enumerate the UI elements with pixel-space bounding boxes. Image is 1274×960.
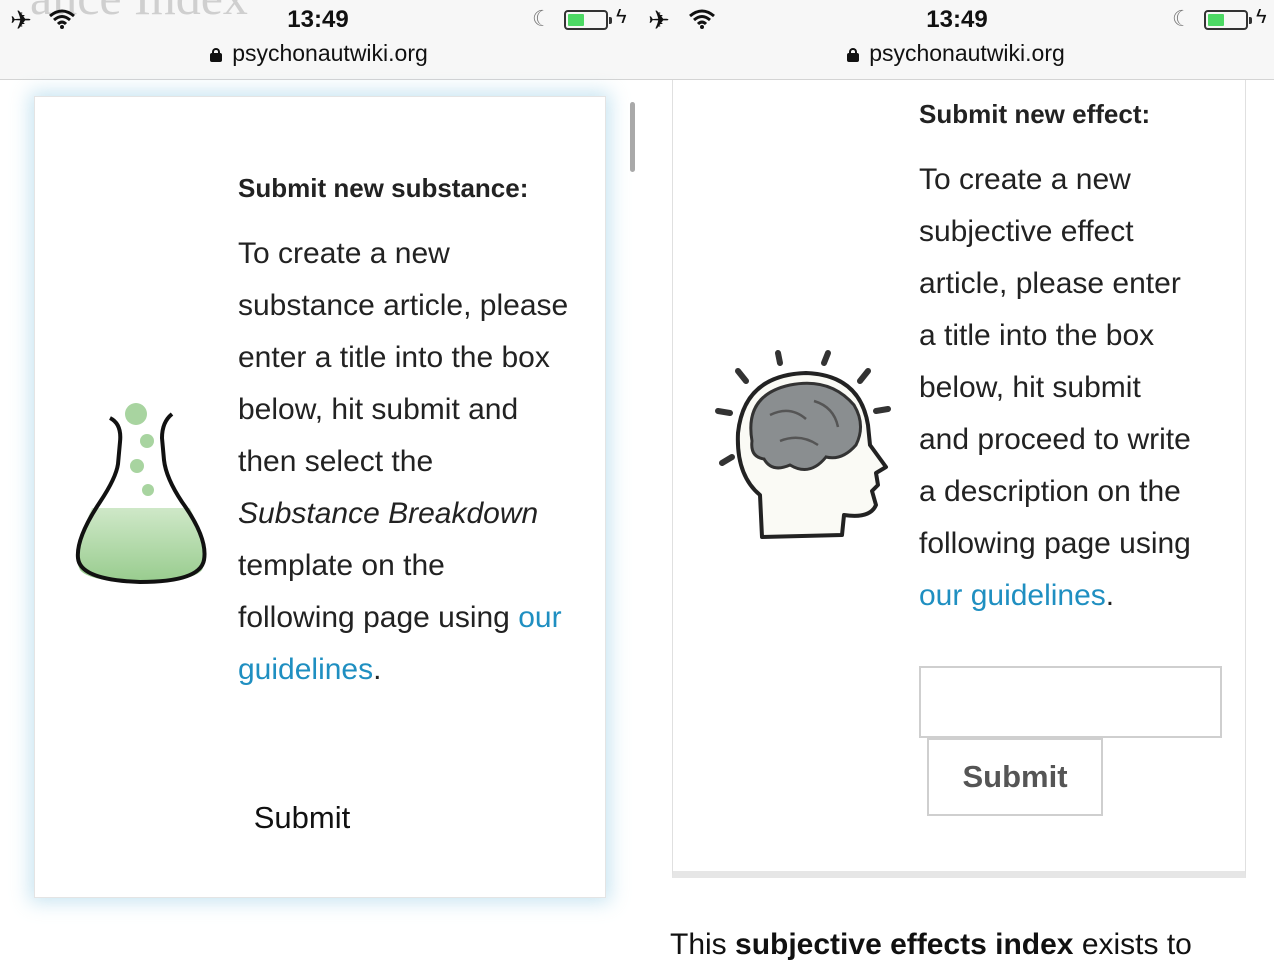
- template-name: Substance Breakdown: [238, 497, 539, 530]
- charging-icon: ϟ: [616, 6, 627, 28]
- url-text: psychonautwiki.org: [232, 40, 428, 66]
- link-prefix-text: following page using: [238, 601, 519, 634]
- url-text: psychonautwiki.org: [869, 40, 1065, 66]
- right-screen-status: ✈ 13:49 ☾ ϟ psychonautwiki.org: [638, 0, 1274, 80]
- description-line: a description on the: [919, 475, 1181, 508]
- trailing-period: .: [1105, 579, 1115, 612]
- description-line-with-link: guidelines.: [238, 644, 588, 696]
- description-line: below, hit submit and: [238, 393, 519, 426]
- status-bar: ance Index ✈ 13:49 ☾ ϟ psychonautwiki.or…: [0, 0, 638, 80]
- flask-icon: [75, 403, 207, 584]
- lock-icon: [847, 48, 860, 62]
- guidelines-link[interactable]: our guidelines: [919, 579, 1106, 612]
- head-brain-icon: [715, 350, 891, 539]
- submit-substance-button[interactable]: Submit: [232, 790, 372, 846]
- description-line: To create a new: [238, 237, 450, 270]
- description-line-with-link: following page using our: [238, 592, 588, 644]
- substance-description: Submit new substance: To create a new su…: [238, 162, 588, 696]
- description-line: below, hit submit: [919, 371, 1141, 404]
- battery-icon: [564, 10, 612, 30]
- description-line: and proceed to write: [919, 423, 1191, 456]
- guidelines-link-part1[interactable]: our: [518, 601, 561, 634]
- charging-icon: ϟ: [1256, 6, 1267, 28]
- lock-icon: [210, 48, 223, 62]
- description-line: subjective effect: [919, 215, 1134, 248]
- scrollbar[interactable]: [630, 102, 635, 172]
- description-line: To create a new: [919, 163, 1131, 196]
- address-bar[interactable]: psychonautwiki.org: [0, 40, 638, 67]
- description-line: then select the: [238, 445, 434, 478]
- intro-bold: subjective effects index: [735, 928, 1074, 960]
- description-line: a title into the box: [919, 319, 1155, 352]
- wifi-icon: [49, 9, 75, 29]
- intro-prefix: This: [670, 928, 736, 960]
- airplane-icon: ✈: [10, 5, 32, 35]
- clock: 13:49: [926, 6, 988, 33]
- guidelines-link-part2[interactable]: guidelines: [238, 653, 373, 686]
- description-line: enter a title into the box: [238, 341, 550, 374]
- description-line: following page using: [919, 527, 1191, 560]
- clock: 13:49: [287, 6, 349, 33]
- trailing-period: .: [373, 653, 382, 686]
- submit-effect-button[interactable]: Submit: [927, 738, 1103, 816]
- description-line-with-link: our guidelines.: [919, 570, 1239, 622]
- intro-suffix: exists to: [1073, 928, 1192, 960]
- description-line: article, please enter: [919, 267, 1181, 300]
- airplane-icon: ✈: [648, 5, 670, 35]
- substance-heading: Submit new substance:: [238, 173, 529, 203]
- effect-heading: Submit new effect:: [919, 99, 1151, 129]
- address-bar[interactable]: psychonautwiki.org: [638, 40, 1274, 67]
- status-bar: ✈ 13:49 ☾ ϟ psychonautwiki.org: [638, 0, 1274, 80]
- index-intro-text: This subjective effects index exists to: [670, 922, 1192, 960]
- effect-description: Submit new effect: To create a new subje…: [919, 88, 1239, 622]
- moon-icon: ☾: [1172, 6, 1192, 31]
- wifi-icon: [689, 9, 715, 29]
- description-line: template on the: [238, 549, 445, 582]
- effect-title-input[interactable]: [919, 666, 1222, 738]
- moon-icon: ☾: [532, 6, 552, 31]
- battery-icon: [1204, 10, 1252, 30]
- description-line: substance article, please: [238, 289, 569, 322]
